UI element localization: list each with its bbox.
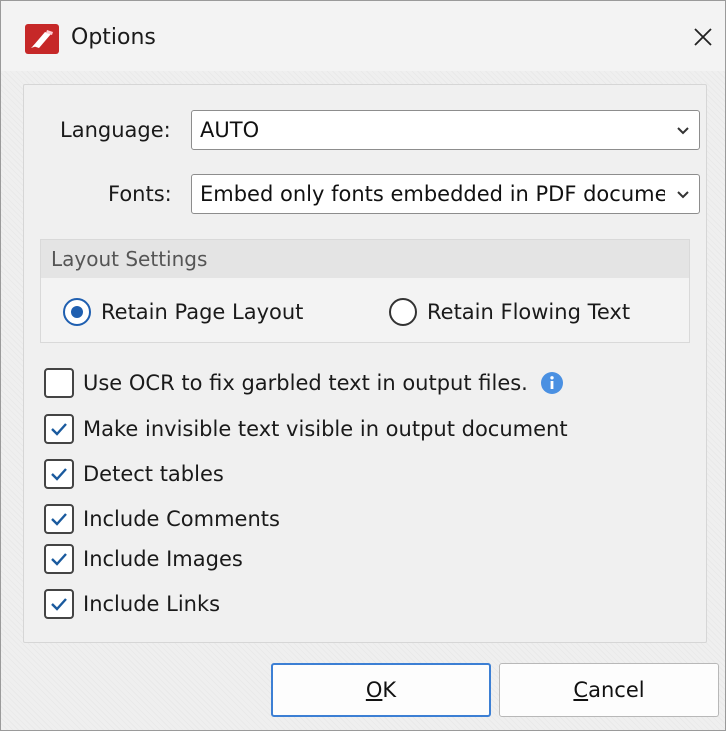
layout-settings-header: Layout Settings xyxy=(41,240,689,278)
title-bar: Options xyxy=(1,1,725,71)
info-icon[interactable] xyxy=(540,371,564,395)
cancel-button[interactable]: Cancel xyxy=(499,663,719,717)
checkbox-label: Detect tables xyxy=(83,462,224,486)
checkbox-checked-icon[interactable] xyxy=(44,414,74,444)
dialog-title: Options xyxy=(71,25,156,50)
invisible-text-checkbox-row[interactable]: Make invisible text visible in output do… xyxy=(44,414,568,444)
fonts-label: Fonts: xyxy=(108,182,172,206)
checkbox-checked-icon[interactable] xyxy=(44,544,74,574)
include-images-checkbox-row[interactable]: Include Images xyxy=(44,544,243,574)
layout-settings-group: Layout Settings Retain Page Layout Retai… xyxy=(40,239,690,343)
fonts-value: Embed only fonts embedded in PDF documen… xyxy=(200,182,665,206)
radio-unselected-icon xyxy=(389,298,417,326)
fonts-select[interactable]: Embed only fonts embedded in PDF documen… xyxy=(191,174,700,214)
radio-label: Retain Page Layout xyxy=(101,300,304,324)
close-icon xyxy=(694,28,712,46)
radio-label: Retain Flowing Text xyxy=(427,300,631,324)
detect-tables-checkbox-row[interactable]: Detect tables xyxy=(44,459,224,489)
checkbox-unchecked-icon[interactable] xyxy=(44,368,74,398)
checkbox-checked-icon[interactable] xyxy=(44,459,74,489)
cancel-button-label: Cancel xyxy=(573,678,645,702)
checkbox-checked-icon[interactable] xyxy=(44,589,74,619)
retain-flowing-text-radio[interactable]: Retain Flowing Text xyxy=(389,298,630,326)
options-panel: Language: AUTO Fonts: Embed only fonts e… xyxy=(23,84,707,643)
include-links-checkbox-row[interactable]: Include Links xyxy=(44,589,220,619)
ok-button-label: OK xyxy=(365,678,397,702)
checkbox-label: Include Images xyxy=(83,547,243,571)
pdf-xchange-logo-icon xyxy=(25,24,59,54)
checkbox-label: Include Comments xyxy=(83,507,280,531)
language-select[interactable]: AUTO xyxy=(191,110,700,150)
close-button[interactable] xyxy=(681,15,725,59)
language-value: AUTO xyxy=(200,118,260,142)
checkbox-label: Make invisible text visible in output do… xyxy=(83,417,568,441)
ok-button[interactable]: OK xyxy=(271,663,491,717)
chevron-down-icon xyxy=(677,127,689,135)
checkbox-checked-icon[interactable] xyxy=(44,504,74,534)
radio-selected-icon xyxy=(63,298,91,326)
options-dialog: Options Language: AUTO Fonts: Embed only… xyxy=(0,0,726,731)
retain-page-layout-radio[interactable]: Retain Page Layout xyxy=(63,298,303,326)
include-comments-checkbox-row[interactable]: Include Comments xyxy=(44,504,280,534)
chevron-down-icon xyxy=(677,191,689,199)
checkbox-label: Include Links xyxy=(83,592,221,616)
language-label: Language: xyxy=(60,118,171,142)
ocr-checkbox-row[interactable]: Use OCR to fix garbled text in output fi… xyxy=(44,368,564,398)
checkbox-label: Use OCR to fix garbled text in output fi… xyxy=(83,371,528,395)
